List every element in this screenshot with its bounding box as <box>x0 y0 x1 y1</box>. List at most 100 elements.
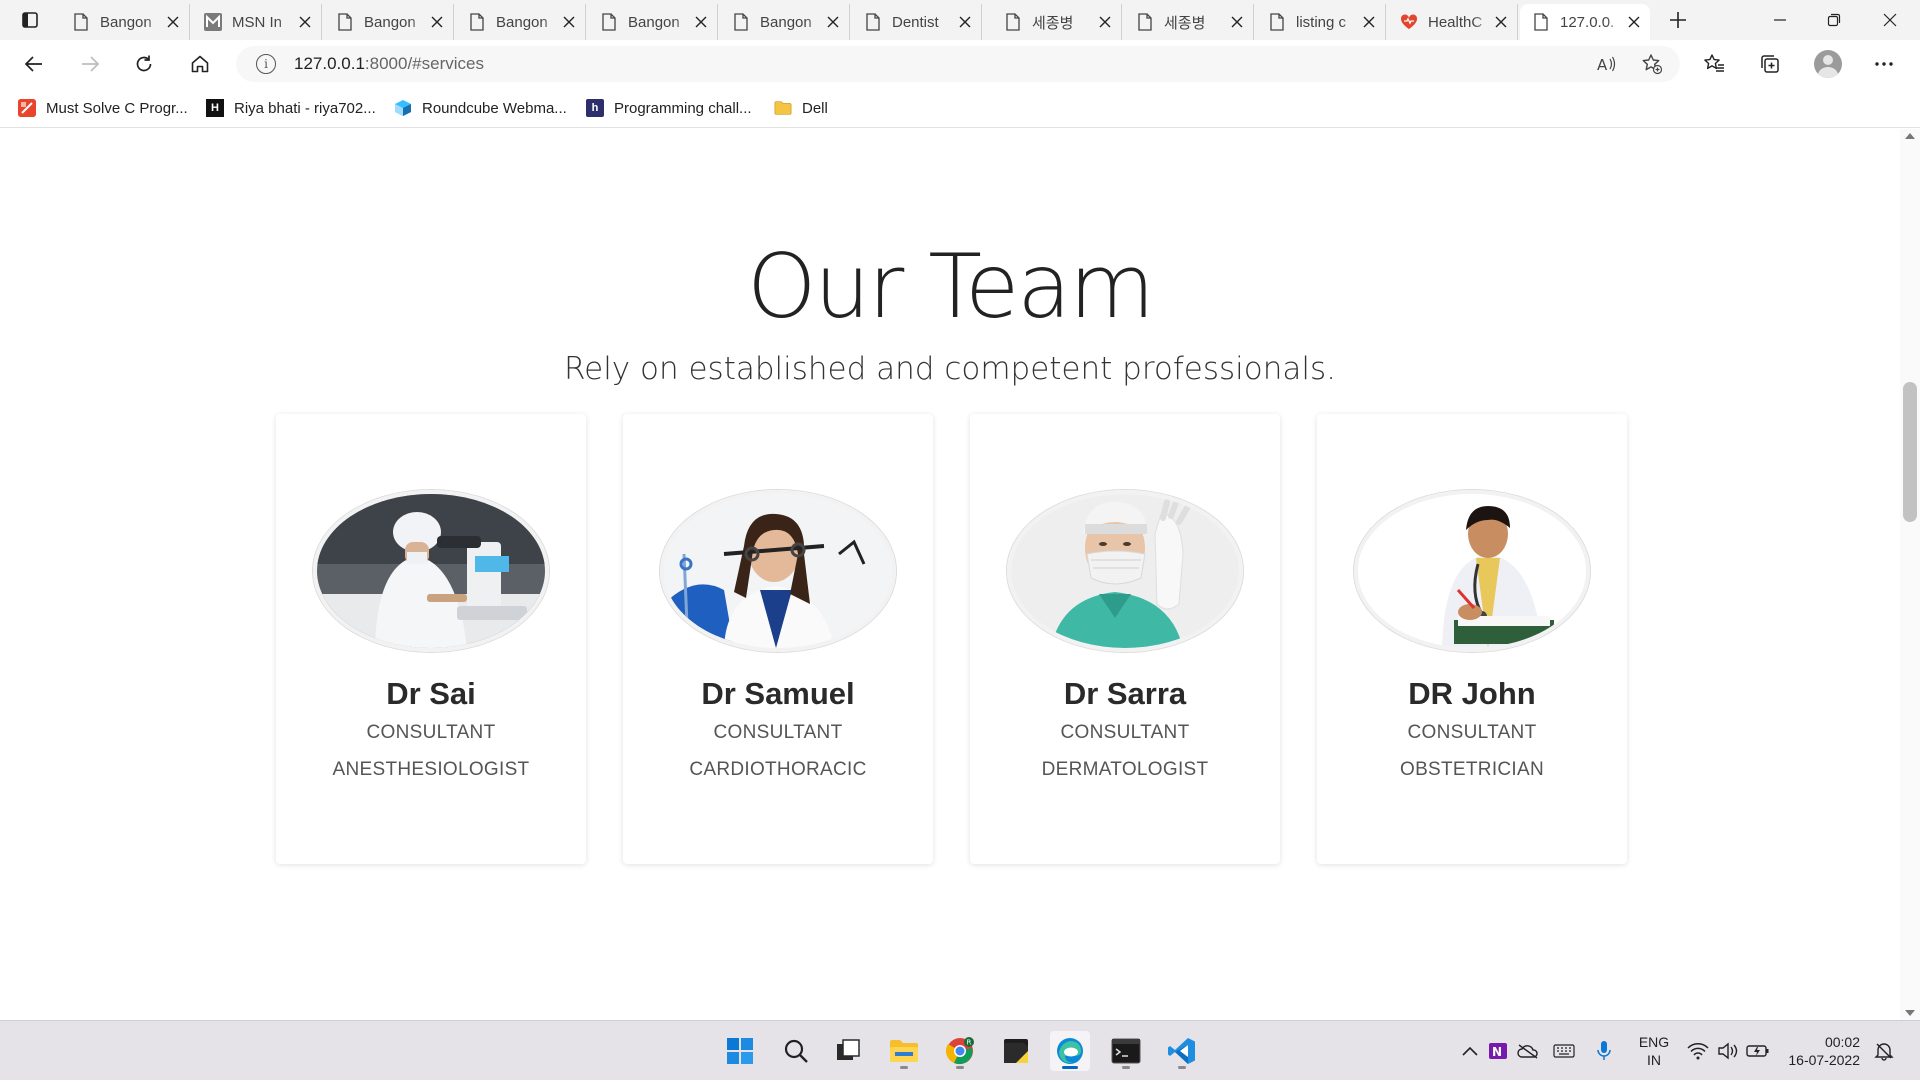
settings-menu-button[interactable] <box>1866 48 1902 80</box>
browser-tab[interactable]: listing c <box>1256 4 1386 40</box>
bookmark-programming[interactable]: h Programming chall... <box>586 96 752 120</box>
browser-tab[interactable]: Bangon <box>324 4 454 40</box>
tab-close-icon[interactable] <box>1626 14 1642 30</box>
tab-close-icon[interactable] <box>1361 14 1377 30</box>
chrome-button[interactable]: R <box>940 1031 980 1071</box>
browser-tab[interactable]: HealthC <box>1388 4 1518 40</box>
sticky-notes-icon <box>1004 1039 1028 1063</box>
team-member-name: Dr Sarra <box>1063 676 1187 711</box>
minimize-button[interactable] <box>1752 0 1808 40</box>
more-dots-icon <box>1875 62 1893 66</box>
tab-close-icon[interactable] <box>429 14 445 30</box>
bookmark-dell-folder[interactable]: Dell <box>774 96 828 120</box>
section-subtitle: Rely on established and competent profes… <box>563 351 1337 387</box>
tab-close-icon[interactable] <box>165 14 181 30</box>
show-hidden-icons-button[interactable] <box>1458 1037 1482 1065</box>
team-card-samuel: Dr Samuel CONSULTANT CARDIOTHORACIC <box>623 414 933 864</box>
page-scrollbar[interactable] <box>1900 129 1920 1020</box>
onedrive-tray[interactable] <box>1516 1037 1540 1065</box>
tab-close-icon[interactable] <box>693 14 709 30</box>
add-favorite-button[interactable] <box>1636 48 1668 80</box>
new-tab-button[interactable] <box>1662 6 1694 34</box>
tab-close-icon[interactable] <box>1493 14 1509 30</box>
refresh-icon <box>136 55 152 72</box>
restore-button[interactable] <box>1806 0 1862 40</box>
browser-tab[interactable]: Dentist <box>852 4 982 40</box>
browser-tab[interactable]: 세종병 <box>1124 4 1254 40</box>
wifi-icon <box>1687 1043 1709 1060</box>
browser-tab[interactable]: Bangon <box>456 4 586 40</box>
restore-icon <box>1827 13 1841 27</box>
scroll-thumb[interactable] <box>1903 382 1917 522</box>
svg-text:A: A <box>1597 56 1608 74</box>
collections-button[interactable] <box>1752 48 1788 80</box>
address-toolbar: i 127.0.0.1:8000/#services A <box>0 40 1920 88</box>
start-button[interactable] <box>720 1031 760 1071</box>
svg-text:N: N <box>1492 1045 1502 1059</box>
team-card-sai: Dr Sai CONSULTANT ANESTHESIOLOGIST <box>276 414 586 864</box>
search-button[interactable] <box>776 1031 816 1071</box>
team-member-name: Dr Samuel <box>701 676 855 711</box>
browser-tab-active[interactable]: 127.0.0. <box>1520 4 1650 40</box>
chevron-up-icon <box>1462 1046 1478 1056</box>
terminal-button[interactable] <box>1106 1031 1146 1071</box>
refresh-button[interactable] <box>126 48 162 80</box>
onenote-tray[interactable]: N <box>1486 1037 1510 1065</box>
touch-keyboard-tray[interactable] <box>1552 1037 1576 1065</box>
tab-close-icon[interactable] <box>825 14 841 30</box>
running-indicator <box>956 1066 964 1069</box>
bookmark-roundcube[interactable]: Roundcube Webma... <box>394 96 567 120</box>
scroll-up-arrow-icon[interactable] <box>1905 133 1915 139</box>
browser-tab[interactable]: MSN In <box>192 4 322 40</box>
edge-button[interactable] <box>1050 1031 1090 1071</box>
tab-label: listing c <box>1296 13 1347 31</box>
team-member-specialty: CARDIOTHORACIC <box>689 759 867 780</box>
tab-label: Bangon <box>496 13 548 31</box>
volume-tray[interactable] <box>1716 1037 1740 1065</box>
page-icon <box>336 13 354 31</box>
input-language-indicator[interactable]: ENG IN <box>1636 1033 1672 1069</box>
browser-tab[interactable]: Bangon <box>720 4 850 40</box>
tab-actions-button[interactable] <box>10 6 50 34</box>
task-view-button[interactable] <box>828 1031 868 1071</box>
sticky-notes-button[interactable] <box>996 1031 1036 1071</box>
stethoscope-doctor-photo <box>660 490 896 652</box>
browser-tab[interactable]: Bangon <box>588 4 718 40</box>
team-member-specialty: ANESTHESIOLOGIST <box>332 759 530 780</box>
microphone-tray[interactable] <box>1592 1037 1616 1065</box>
favorites-button[interactable] <box>1696 48 1732 80</box>
tab-label: Bangon <box>760 13 812 31</box>
team-member-role: CONSULTANT <box>366 722 496 743</box>
tab-close-icon[interactable] <box>561 14 577 30</box>
close-window-button[interactable] <box>1862 0 1918 40</box>
vscode-button[interactable] <box>1162 1031 1202 1071</box>
page-icon <box>1136 13 1154 31</box>
h-icon: h <box>586 99 604 117</box>
scroll-down-arrow-icon[interactable] <box>1905 1010 1915 1016</box>
bookmark-label: Must Solve C Progr... <box>46 99 188 117</box>
read-aloud-button[interactable]: A <box>1590 48 1622 80</box>
profile-button[interactable] <box>1810 48 1846 80</box>
system-clock[interactable]: 00:02 16-07-2022 <box>1784 1033 1860 1069</box>
wifi-tray[interactable] <box>1686 1037 1710 1065</box>
battery-tray[interactable] <box>1746 1037 1770 1065</box>
tab-close-icon[interactable] <box>957 14 973 30</box>
bookmark-riya-bhati[interactable]: H Riya bhati - riya702... <box>206 96 376 120</box>
browser-tab[interactable]: Bangon <box>60 4 190 40</box>
notifications-tray[interactable] <box>1872 1037 1896 1065</box>
bookmark-must-solve[interactable]: Must Solve C Progr... <box>18 96 188 120</box>
plus-icon <box>1670 12 1686 28</box>
tab-close-icon[interactable] <box>1229 14 1245 30</box>
address-url[interactable]: 127.0.0.1:8000/#services <box>294 54 484 74</box>
running-indicator <box>1122 1066 1130 1069</box>
site-info-icon[interactable]: i <box>256 54 276 74</box>
tab-close-icon[interactable] <box>297 14 313 30</box>
file-explorer-button[interactable] <box>884 1031 924 1071</box>
home-button[interactable] <box>182 48 218 80</box>
tab-close-icon[interactable] <box>1097 14 1113 30</box>
browser-tab[interactable]: 세종병 <box>992 4 1122 40</box>
language-code: ENG <box>1638 1034 1670 1050</box>
back-button[interactable] <box>16 48 52 80</box>
forward-button[interactable] <box>72 48 108 80</box>
address-bar[interactable]: i 127.0.0.1:8000/#services <box>236 46 1680 82</box>
